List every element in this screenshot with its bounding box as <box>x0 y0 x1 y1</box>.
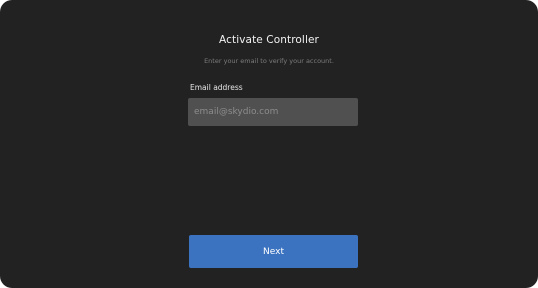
email-field[interactable] <box>188 98 358 126</box>
email-field-label: Email address <box>190 83 243 92</box>
next-button[interactable]: Next <box>189 235 358 268</box>
activate-controller-screen: Activate Controller Enter your email to … <box>0 0 538 288</box>
page-subtitle: Enter your email to verify your account. <box>204 57 334 65</box>
page-title: Activate Controller <box>219 34 319 46</box>
